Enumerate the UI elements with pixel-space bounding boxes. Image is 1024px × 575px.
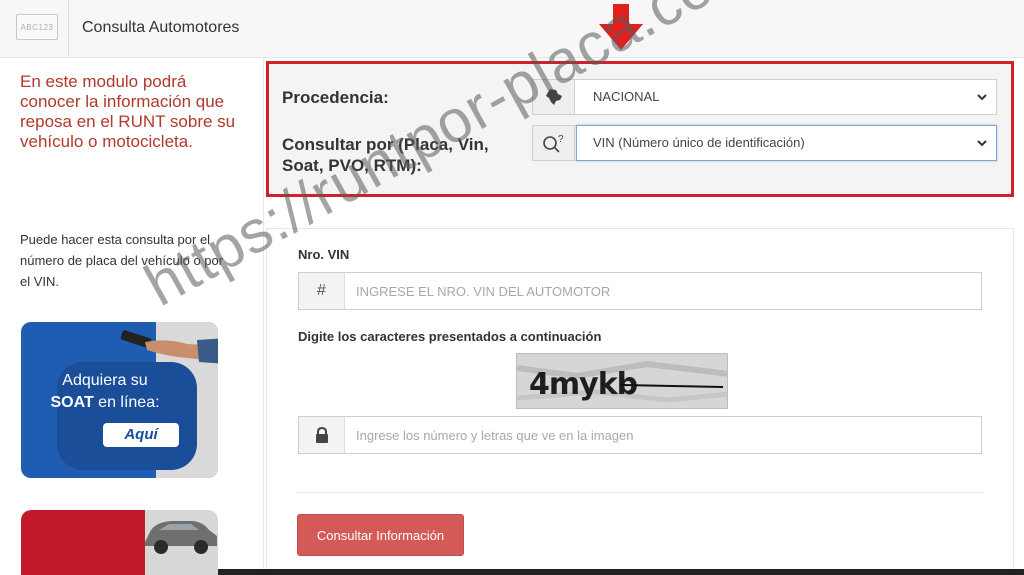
vin-input-group: # (298, 272, 982, 310)
captcha-image: 4mykb (516, 353, 728, 409)
car-ad-banner[interactable] (21, 510, 218, 575)
ad-line1: Adquiera su (62, 372, 148, 389)
consultar-por-select[interactable]: ? VIN (Número único de identificación) (532, 125, 997, 161)
page-title: Consulta Automotores (82, 19, 240, 36)
consultar-informacion-button[interactable]: Consultar Información (297, 514, 464, 556)
search-question-icon: ? (533, 126, 575, 160)
chevron-down-icon (977, 140, 987, 147)
hash-icon: # (299, 273, 345, 309)
ad-soat-bold: SOAT (50, 394, 94, 411)
bottom-bar (218, 569, 1024, 575)
procedencia-label: Procedencia: (282, 88, 389, 107)
procedencia-select[interactable]: NACIONAL (532, 79, 997, 115)
ad-line2-rest: en línea: (93, 394, 160, 411)
consultar-por-value: VIN (Número único de identificación) (593, 135, 805, 150)
plate-logo-icon: ABC123 (16, 14, 58, 40)
consultar-por-label: Consultar por (Placa, Vin, Soat, PVO, RT… (282, 135, 489, 175)
arrow-down-icon (599, 4, 643, 50)
svg-text:?: ? (558, 134, 564, 145)
car-icon (145, 521, 217, 554)
ad-red-shape (21, 510, 145, 575)
hand-phone-icon (120, 330, 218, 364)
header-divider (68, 0, 69, 56)
vin-input[interactable] (346, 273, 980, 309)
captcha-input-group (298, 416, 982, 454)
soat-ad-banner[interactable]: Adquiera su SOAT en línea: Aquí (21, 322, 218, 478)
lock-icon (299, 417, 345, 453)
ad-line2: SOAT en línea: (21, 394, 189, 412)
vin-label: Nro. VIN (298, 247, 350, 262)
help-text: Puede hacer esta consulta por el número … (20, 232, 224, 289)
ad-aqui-button[interactable]: Aquí (103, 423, 179, 447)
captcha-input[interactable] (346, 417, 980, 453)
colombia-map-icon (533, 80, 575, 114)
procedencia-value: NACIONAL (593, 89, 660, 104)
intro-text: En este modulo podrá conocer la informac… (20, 72, 236, 151)
chevron-down-icon (977, 94, 987, 101)
captcha-label: Digite los caracteres presentados a cont… (298, 329, 602, 344)
form-divider (297, 492, 983, 493)
app-header: ABC123 Consulta Automotores (0, 0, 1024, 58)
